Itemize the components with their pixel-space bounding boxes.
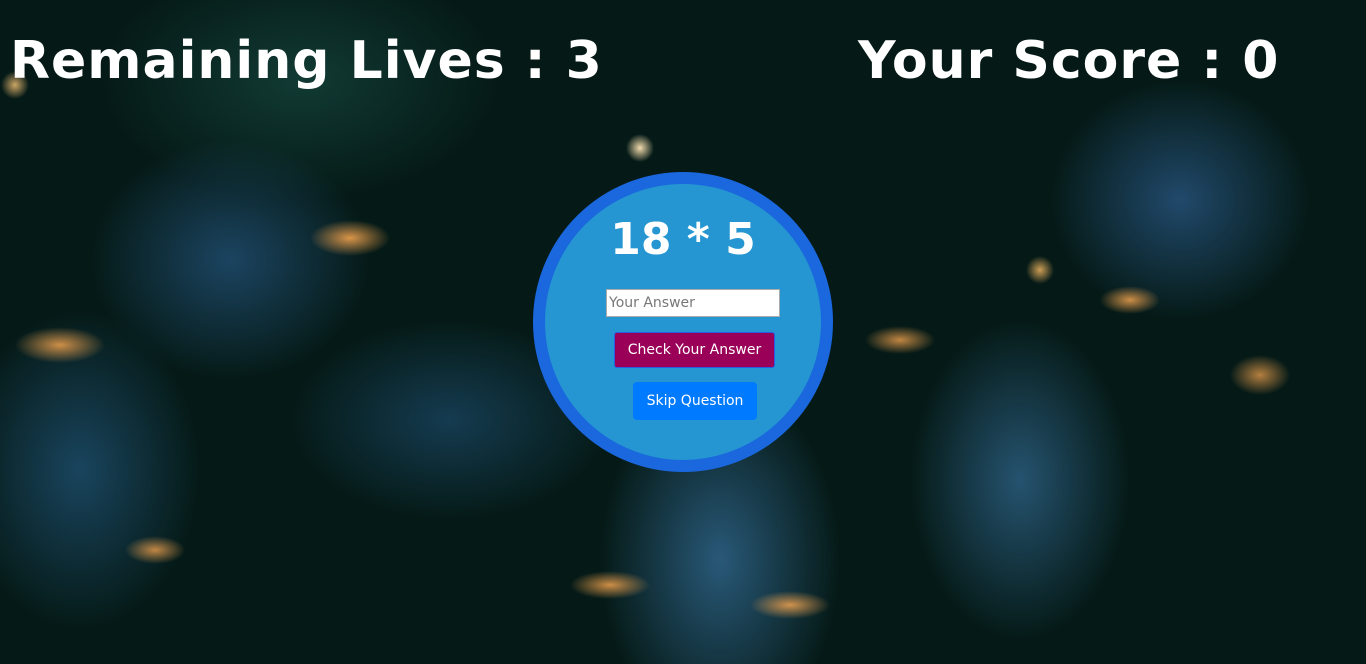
question-text: 18 * 5	[610, 214, 756, 265]
skip-question-button[interactable]: Skip Question	[633, 382, 757, 420]
question-panel: 18 * 5 Check Your Answer Skip Question	[533, 172, 833, 472]
answer-input[interactable]	[606, 289, 780, 317]
score-display: Your Score : 0	[858, 31, 1280, 91]
remaining-lives: Remaining Lives : 3	[10, 31, 603, 91]
check-answer-button[interactable]: Check Your Answer	[614, 332, 775, 368]
